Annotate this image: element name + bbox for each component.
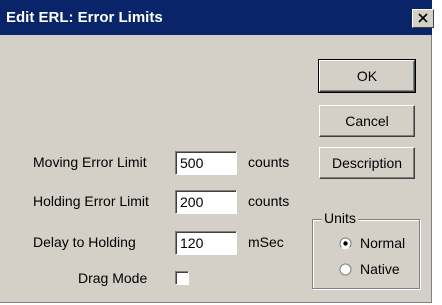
moving-error-limit-label: Moving Error Limit [33, 154, 147, 170]
moving-error-limit-unit: counts [248, 154, 290, 170]
units-groupbox [312, 219, 420, 289]
dialog-title: Edit ERL: Error Limits [6, 9, 163, 26]
drag-mode-label: Drag Mode [78, 270, 148, 286]
ok-button[interactable]: OK [318, 59, 416, 93]
drag-mode-checkbox[interactable] [175, 271, 189, 285]
delay-to-holding-label: Delay to Holding [33, 234, 136, 250]
close-button[interactable] [412, 9, 434, 28]
units-legend: Units [322, 210, 358, 226]
delay-to-holding-input[interactable]: 120 [175, 231, 237, 255]
description-button[interactable]: Description [319, 147, 415, 179]
native-radio[interactable] [339, 263, 352, 276]
normal-radio-label[interactable]: Normal [360, 235, 405, 251]
native-radio-label[interactable]: Native [360, 261, 400, 277]
title-bar[interactable]: Edit ERL: Error Limits [0, 0, 432, 35]
holding-error-limit-unit: counts [248, 193, 290, 209]
error-limits-dialog: Edit ERL: Error Limits OK Cancel Descrip… [0, 0, 434, 303]
holding-error-limit-label: Holding Error Limit [33, 193, 149, 209]
holding-error-limit-input[interactable]: 200 [175, 190, 237, 214]
moving-error-limit-input[interactable]: 500 [175, 151, 237, 175]
delay-to-holding-unit: mSec [248, 234, 284, 250]
close-icon [418, 13, 428, 23]
cancel-button[interactable]: Cancel [319, 105, 415, 137]
normal-radio[interactable] [339, 237, 352, 250]
